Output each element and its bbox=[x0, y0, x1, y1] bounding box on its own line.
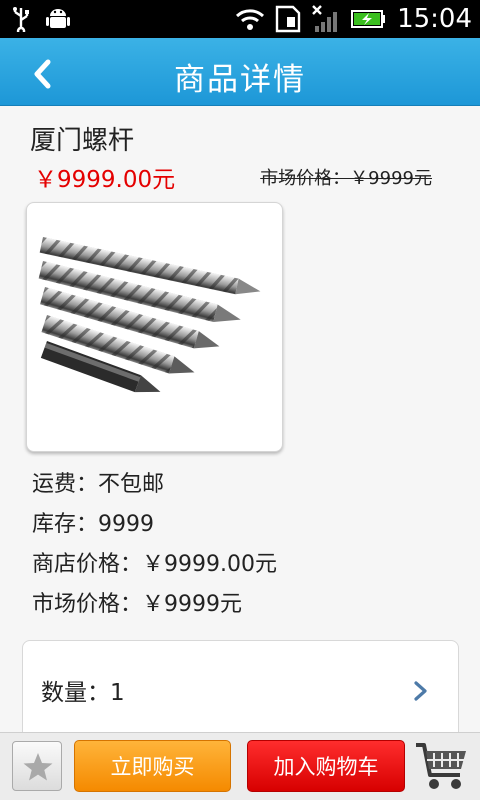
favorite-button[interactable] bbox=[12, 741, 62, 791]
quantity-label: 数量：1 bbox=[41, 680, 125, 706]
clock: 15:04 bbox=[397, 4, 472, 34]
page-title: 商品详情 bbox=[174, 62, 306, 98]
sd-card-icon bbox=[275, 5, 301, 33]
battery-charging-icon bbox=[351, 10, 386, 28]
store-price-info: 商店价格：￥9999.00元 bbox=[32, 552, 277, 577]
stock-info: 库存：9999 bbox=[32, 512, 154, 537]
product-name: 厦门螺杆 bbox=[30, 126, 135, 156]
product-detail-content: 厦门螺杆 ￥9999.00元 市场价格：￥9999元 运费：不包邮 库存：999… bbox=[0, 106, 480, 760]
status-bar: 15:04 bbox=[0, 0, 480, 38]
star-icon bbox=[23, 753, 53, 781]
wifi-icon bbox=[236, 9, 265, 30]
product-image-card[interactable] bbox=[26, 202, 283, 452]
market-price-strikethrough: 市场价格：￥9999元 bbox=[260, 168, 432, 189]
android-debug-icon bbox=[46, 9, 70, 28]
bottom-action-bar: 立即购买 加入购物车 bbox=[0, 732, 480, 800]
usb-icon bbox=[13, 7, 29, 32]
title-bar: 商品详情 bbox=[0, 38, 480, 106]
chevron-right-icon bbox=[414, 681, 427, 701]
product-price: ￥9999.00元 bbox=[34, 167, 176, 193]
shipping-info: 运费：不包邮 bbox=[32, 472, 165, 497]
add-to-cart-button[interactable]: 加入购物车 bbox=[247, 740, 405, 792]
buy-now-button[interactable]: 立即购买 bbox=[74, 740, 231, 792]
no-signal-icon bbox=[312, 5, 338, 32]
shopping-cart-icon[interactable] bbox=[414, 739, 470, 793]
market-price-info: 市场价格：￥9999元 bbox=[32, 592, 242, 617]
product-screws-image bbox=[38, 237, 261, 393]
